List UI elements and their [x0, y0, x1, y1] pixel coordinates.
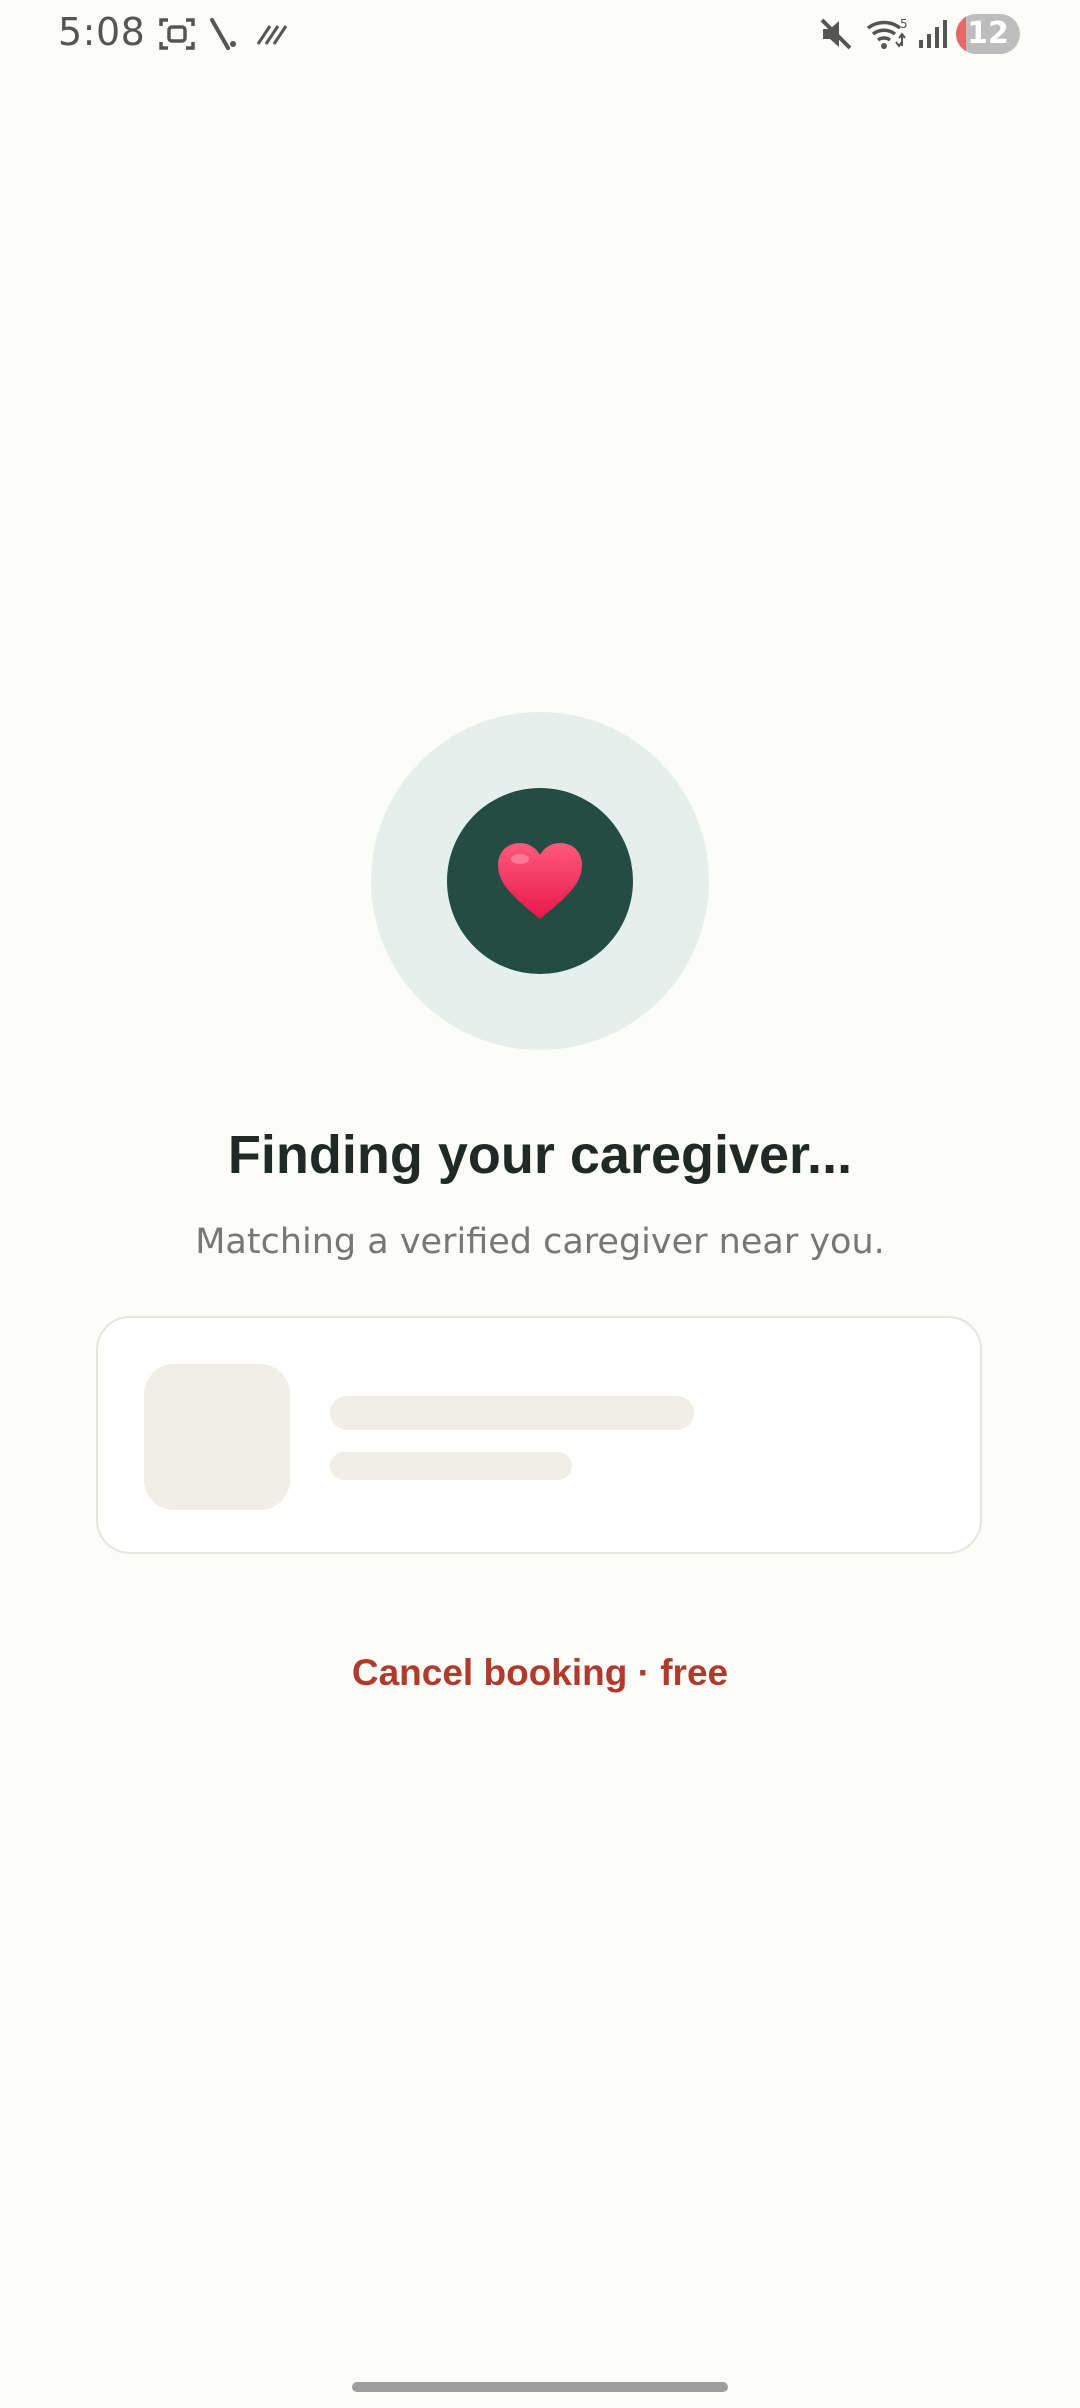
- home-indicator[interactable]: [352, 2382, 728, 2392]
- data-saver-icon: [254, 16, 288, 52]
- heart-icon: [498, 843, 582, 919]
- cellular-signal-icon: [916, 16, 948, 52]
- cancel-booking-button[interactable]: Cancel booking · free: [0, 1652, 1080, 1694]
- status-bar: 5:08 5 12: [0, 0, 1080, 70]
- page-title: Finding your caregiver...: [227, 1125, 853, 1185]
- detail-skeleton: [330, 1452, 572, 1480]
- signal-slash-icon: [208, 16, 238, 52]
- wifi-band-label: 5: [900, 17, 908, 31]
- status-time: 5:08: [58, 10, 146, 54]
- searching-screen: 5:08 5 12 Finding your caregiver... Matc…: [0, 0, 1080, 2408]
- caregiver-placeholder-card: [96, 1316, 982, 1554]
- wifi-icon: 5: [866, 16, 908, 52]
- page-subtitle: Matching a verified caregiver near you.: [195, 1222, 885, 1262]
- avatar-skeleton: [144, 1364, 290, 1510]
- mute-icon: [818, 16, 854, 52]
- battery-level: 12: [967, 16, 1009, 51]
- searching-core: [447, 788, 633, 974]
- name-skeleton: [330, 1396, 694, 1430]
- screenshot-icon: [158, 16, 196, 52]
- battery-icon: 12: [956, 14, 1020, 54]
